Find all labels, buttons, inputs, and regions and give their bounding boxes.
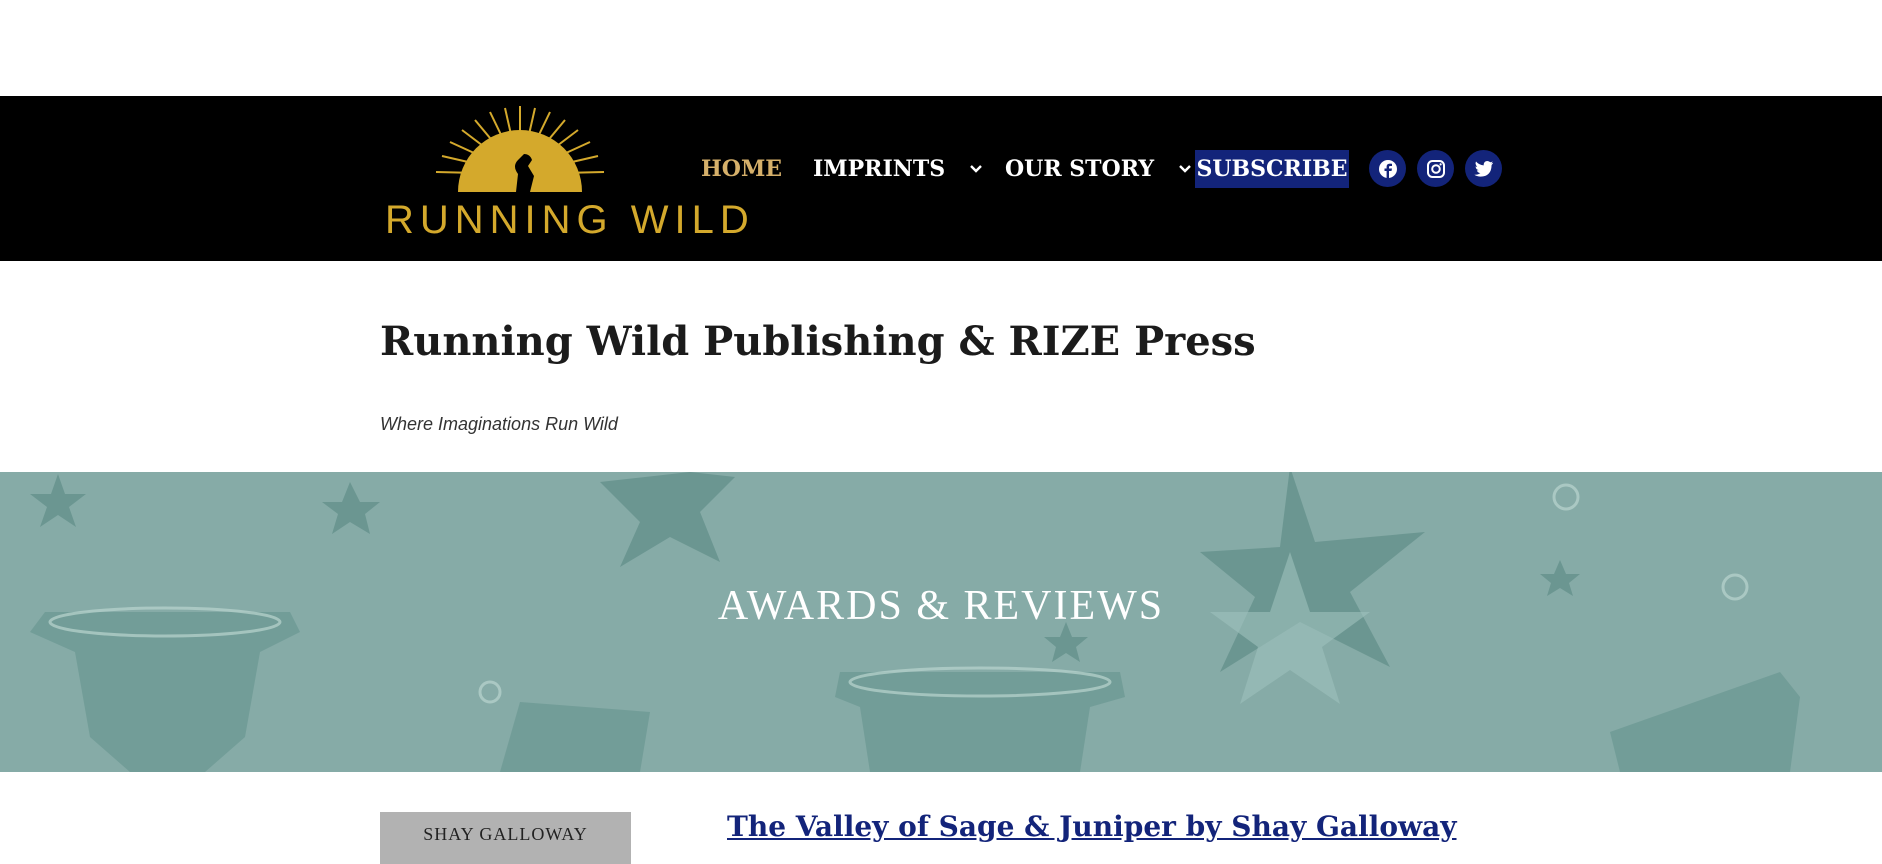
book-cover-author: SHAY GALLOWAY [423, 824, 588, 844]
main-nav: HOME IMPRINTS OUR STORY [0, 150, 1882, 190]
site-title: Running Wild Publishing & RIZE Press [380, 318, 1256, 365]
book-cover-image[interactable]: SHAY GALLOWAY [380, 812, 631, 864]
nav-item-label: HOME [701, 156, 783, 182]
nav-item-home[interactable]: HOME [701, 150, 782, 188]
nav-item-our-story[interactable]: OUR STORY [1005, 150, 1192, 188]
site-tagline: Where Imaginations Run Wild [380, 414, 618, 434]
twitter-icon[interactable] [1465, 150, 1502, 187]
chevron-down-icon [969, 151, 983, 189]
facebook-icon[interactable] [1369, 150, 1406, 187]
post-title-link[interactable]: The Valley of Sage & Juniper by Shay Gal… [727, 810, 1457, 843]
nav-item-label: OUR STORY [1005, 156, 1155, 182]
hero-title: AWARDS & REVIEWS [717, 583, 1165, 629]
top-spacer [0, 0, 1882, 96]
nav-item-imprints[interactable]: IMPRINTS [813, 150, 983, 188]
nav-item-label: IMPRINTS [813, 156, 946, 182]
instagram-icon[interactable] [1417, 150, 1454, 187]
hero-banner: AWARDS & REVIEWS [0, 472, 1882, 772]
logo-text: RUNNING WILD [385, 198, 755, 242]
chevron-down-icon [1178, 151, 1192, 189]
subscribe-button[interactable]: SUBSCRIBE [1195, 150, 1349, 188]
